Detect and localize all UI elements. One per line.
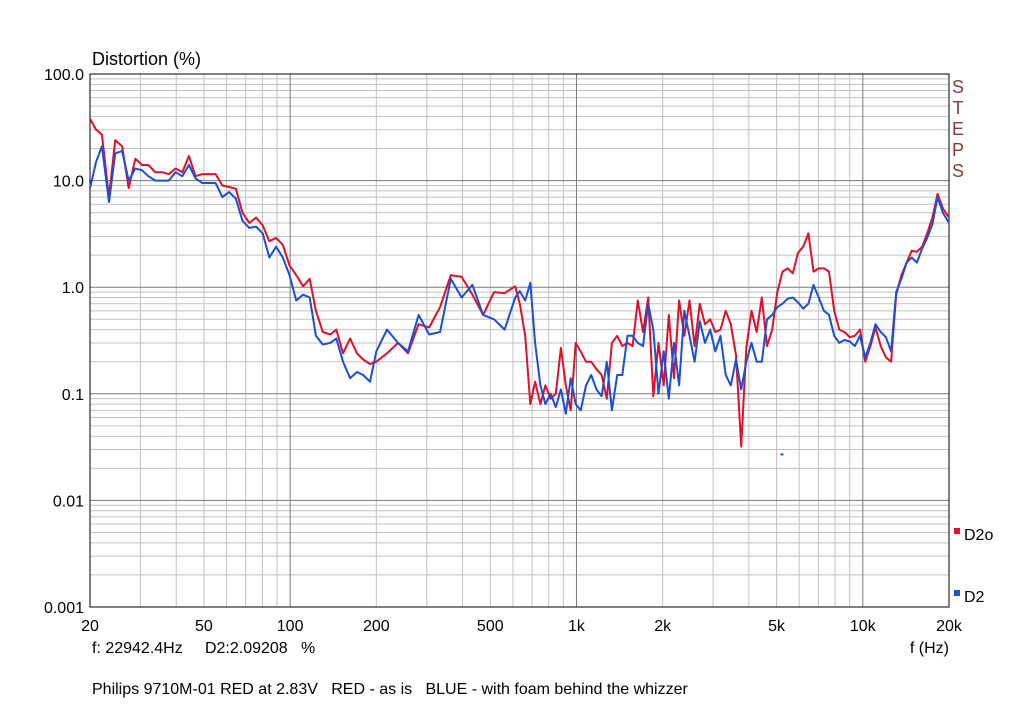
y-tick-label: 1.0 bbox=[62, 280, 84, 297]
x-tick-label: 2k bbox=[654, 618, 672, 635]
distortion-chart: 20 50 100 200 500 1k 2k 5k 10k 20k 100.0 10.0 1.0 0.… bbox=[0, 0, 1024, 705]
side-label-letter: E bbox=[952, 119, 964, 139]
legend-swatch-d2 bbox=[954, 590, 960, 596]
y-tick-label: 100.0 bbox=[44, 67, 84, 84]
side-label-letter: T bbox=[953, 98, 964, 118]
legend-label-d2o: D2o bbox=[964, 527, 993, 544]
y-tick-label: 10.0 bbox=[53, 174, 84, 191]
side-label-letter: P bbox=[952, 140, 964, 160]
stray-data-point bbox=[780, 453, 784, 456]
y-tick-label: 0.1 bbox=[62, 387, 84, 404]
y-tick-label: 0.01 bbox=[53, 493, 84, 510]
x-tick-label: 500 bbox=[477, 618, 504, 635]
side-label-letter: S bbox=[952, 161, 964, 181]
chart-caption: Philips 9710M-01 RED at 2.83V RED - as i… bbox=[92, 681, 688, 698]
chart-title: Distortion (%) bbox=[92, 49, 201, 69]
side-label-letter: S bbox=[952, 77, 964, 97]
x-tick-label: 1k bbox=[568, 618, 586, 635]
x-tick-label: 20 bbox=[81, 618, 99, 635]
legend-label-d2: D2 bbox=[964, 589, 985, 606]
steps-side-label: STEPS bbox=[952, 77, 964, 181]
x-tick-label: 5k bbox=[768, 618, 786, 635]
x-tick-label: 20k bbox=[936, 618, 963, 635]
x-tick-label: 50 bbox=[195, 618, 213, 635]
x-axis-label: f (Hz) bbox=[910, 640, 949, 657]
y-tick-label: 0.001 bbox=[44, 600, 84, 617]
x-tick-label: 100 bbox=[277, 618, 304, 635]
cursor-readout: f: 22942.4Hz D2:2.09208 % bbox=[92, 640, 315, 657]
x-tick-label: 10k bbox=[850, 618, 877, 635]
x-tick-label: 200 bbox=[363, 618, 390, 635]
legend-swatch-d2o bbox=[954, 528, 960, 534]
